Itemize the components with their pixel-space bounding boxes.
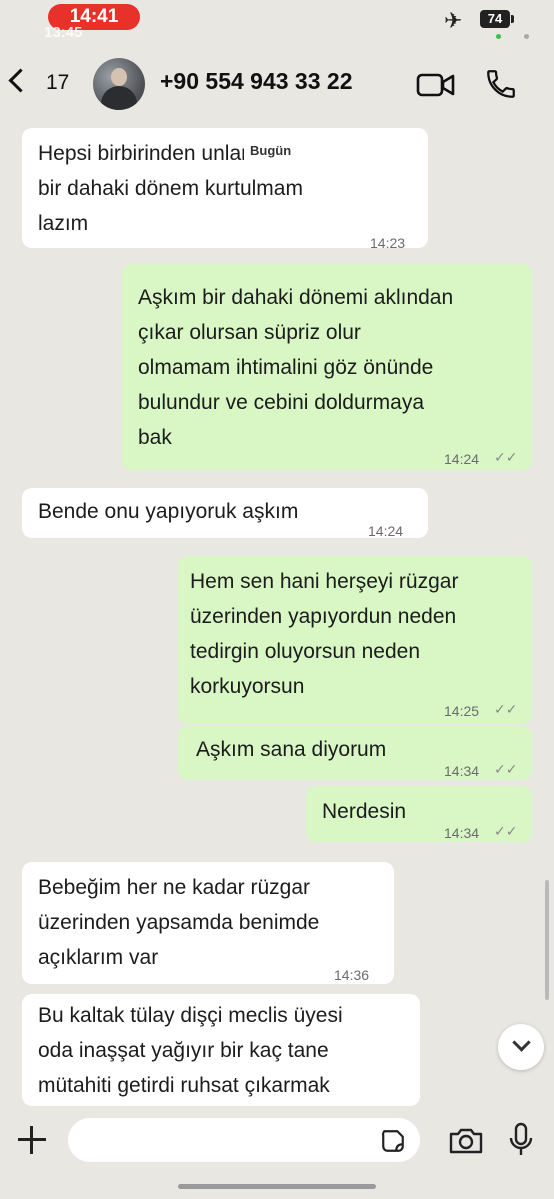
avatar[interactable]: [93, 58, 145, 110]
back-chevron-icon[interactable]: [8, 68, 33, 93]
chat-header: 17 +90 554 943 33 22: [0, 50, 554, 120]
input-bar: [0, 1108, 554, 1172]
camera-icon[interactable]: [448, 1126, 484, 1156]
message-bubble-incoming[interactable]: Bu kaltak tülay dişçi meclis üyesi oda i…: [22, 994, 420, 1106]
message-text: Bu kaltak tülay dişçi meclis üyesi oda i…: [38, 1004, 343, 1097]
ghost-status-time: 13:45: [44, 24, 83, 41]
message-text: Bebeğim her ne kadar rüzgar üzerinden ya…: [38, 876, 320, 969]
message-bubble-outgoing[interactable]: Aşkım bir dahaki dönemi aklından çıkar o…: [122, 264, 532, 470]
status-bar: 14:41 13:45 ✈ 74: [0, 0, 554, 48]
video-call-icon[interactable]: [416, 72, 456, 98]
scroll-down-button[interactable]: [498, 1024, 544, 1070]
message-bubble-outgoing[interactable]: Aşkım sana diyorum 14:34 ✓✓: [178, 726, 532, 780]
message-time: 14:34: [444, 825, 480, 841]
date-separator: Bugün: [244, 140, 298, 162]
indicator-dot: [524, 34, 529, 39]
read-receipt-icon: ✓✓: [494, 761, 518, 777]
battery-icon: 74: [480, 10, 514, 28]
message-text: Hem sen hani herşeyi rüzgar üzerinden ya…: [190, 570, 459, 698]
message-input[interactable]: [68, 1118, 420, 1162]
sticker-icon[interactable]: [380, 1128, 406, 1154]
read-receipt-icon: ✓✓: [494, 823, 518, 839]
camera-indicator-dot: [496, 34, 501, 39]
message-time: 14:23: [370, 235, 406, 251]
microphone-icon[interactable]: [508, 1122, 534, 1158]
message-text: Bende onu yapıyoruk aşkım: [38, 500, 299, 523]
phone-call-icon[interactable]: [484, 67, 518, 101]
airplane-icon: ✈: [444, 8, 463, 33]
message-time: 14:36: [334, 967, 370, 983]
read-receipt-icon: ✓✓: [494, 449, 518, 465]
message-time: 14:25: [444, 703, 480, 719]
plus-icon[interactable]: [16, 1124, 48, 1156]
message-bubble-incoming[interactable]: Hepsi birbirinden unlardan bir dahaki dö…: [22, 128, 428, 251]
home-indicator[interactable]: [178, 1184, 376, 1189]
scrollbar[interactable]: [545, 880, 549, 1000]
message-bubble-incoming[interactable]: Bebeğim her ne kadar rüzgar üzerinden ya…: [22, 862, 394, 984]
message-bubble-outgoing[interactable]: Nerdesin 14:34 ✓✓: [306, 786, 532, 842]
contact-name[interactable]: +90 554 943 33 22: [160, 68, 353, 95]
back-count[interactable]: 17: [46, 71, 69, 95]
message-bubble-outgoing[interactable]: Hem sen hani herşeyi rüzgar üzerinden ya…: [178, 556, 532, 724]
chevron-down-icon: [512, 1033, 531, 1052]
message-time: 14:24: [444, 451, 480, 467]
message-time: 14:24: [368, 523, 404, 539]
message-text: Aşkım sana diyorum: [196, 738, 387, 761]
message-time: 14:34: [444, 763, 480, 779]
message-text: Aşkım bir dahaki dönemi aklından çıkar o…: [138, 286, 454, 449]
message-text: Nerdesin: [322, 800, 407, 823]
read-receipt-icon: ✓✓: [494, 701, 518, 717]
message-bubble-incoming[interactable]: Bende onu yapıyoruk aşkım 14:24: [22, 488, 428, 539]
